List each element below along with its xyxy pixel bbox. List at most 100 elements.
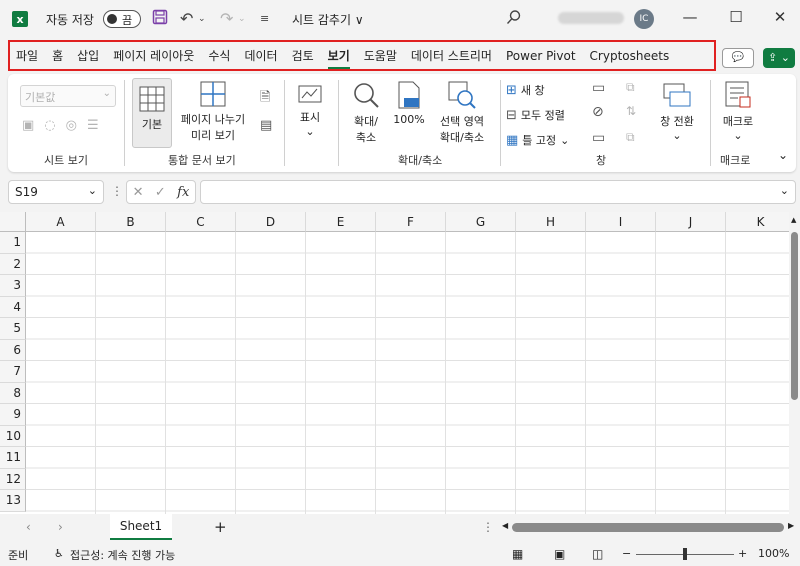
scroll-left-icon[interactable]: ◀ — [502, 521, 508, 530]
comments-button[interactable]: 💬 — [722, 48, 754, 68]
row-header[interactable]: 8 — [0, 382, 26, 404]
collapse-ribbon-icon[interactable]: ⌄ — [778, 148, 788, 162]
column-header[interactable]: B — [96, 212, 166, 232]
zoom-out-icon[interactable]: − — [622, 547, 631, 560]
zoom-level[interactable]: 100% — [758, 547, 789, 560]
column-header[interactable]: C — [166, 212, 236, 232]
show-button[interactable]: 표시 ⌄ — [292, 82, 328, 138]
row-header[interactable]: 13 — [0, 490, 26, 512]
save-icon[interactable] — [152, 9, 168, 29]
macros-button[interactable]: 매크로 ⌄ — [716, 80, 760, 142]
exit-icon: ◌ — [44, 118, 56, 133]
tab-data[interactable]: 데이터 — [244, 47, 277, 64]
arrange-all-label: 모두 정렬 — [520, 109, 565, 122]
formula-input[interactable]: ⌄ — [200, 180, 796, 204]
more-icon[interactable]: ⋮ — [111, 184, 123, 198]
column-header[interactable]: J — [656, 212, 726, 232]
column-header[interactable]: F — [376, 212, 446, 232]
tab-power-pivot[interactable]: Power Pivot — [506, 49, 576, 63]
row-header[interactable]: 11 — [0, 447, 26, 469]
column-header[interactable]: A — [26, 212, 96, 232]
next-sheet-icon[interactable]: › — [58, 520, 63, 534]
page-layout-view-icon[interactable]: 🗎 — [260, 88, 270, 110]
normal-view-button[interactable]: 기본 — [132, 78, 172, 148]
arrange-all-button[interactable]: ⊟ 모두 정렬 — [506, 107, 565, 123]
row-header[interactable]: 1 — [0, 232, 26, 254]
more-icon[interactable]: ⋮ — [482, 520, 494, 534]
hide-icon[interactable]: ⊘ — [592, 104, 604, 120]
avatar[interactable]: IC — [634, 9, 654, 29]
row-header[interactable]: 9 — [0, 404, 26, 426]
cell-area[interactable] — [26, 232, 789, 514]
row-header[interactable]: 7 — [0, 361, 26, 383]
share-button[interactable]: ⇪ ⌄ — [763, 48, 795, 68]
tab-insert[interactable]: 삽입 — [77, 47, 99, 64]
prev-sheet-icon[interactable]: ‹ — [26, 520, 31, 534]
ready-status: 준비 — [8, 549, 29, 562]
row-header[interactable]: 5 — [0, 318, 26, 340]
zoom-100-button[interactable]: 100% — [392, 80, 426, 126]
accessibility-icon[interactable]: ♿ — [54, 547, 64, 560]
insert-function-icon[interactable]: fx — [177, 185, 189, 200]
row-header[interactable]: 4 — [0, 296, 26, 318]
column-header[interactable]: I — [586, 212, 656, 232]
sheet-tab-sheet1[interactable]: Sheet1 — [110, 514, 172, 540]
vertical-scroll-thumb[interactable] — [791, 232, 798, 400]
custom-views-icon[interactable]: ▤ — [260, 118, 272, 133]
view-side-by-side-icon: ⧉ — [626, 80, 635, 94]
column-header[interactable]: G — [446, 212, 516, 232]
normal-view-icon[interactable]: ▦ — [512, 547, 523, 561]
column-header[interactable]: E — [306, 212, 376, 232]
select-all-corner[interactable] — [0, 212, 26, 232]
customize-toolbar-icon[interactable]: ≡ — [260, 12, 269, 25]
add-sheet-button[interactable]: + — [214, 518, 227, 536]
chevron-down-icon[interactable]: ⌄ — [88, 184, 97, 197]
tab-data-streamer[interactable]: 데이터 스트리머 — [411, 47, 492, 64]
zoom-slider-thumb[interactable] — [683, 548, 687, 560]
tab-help[interactable]: 도움말 — [364, 47, 397, 64]
spreadsheet-grid[interactable]: ABCDEFGHIJK 1 2 3 4 5 6 7 8 9 10 11 12 13 — [0, 212, 789, 514]
divider — [284, 80, 285, 166]
page-break-icon[interactable]: ◫ — [592, 547, 603, 561]
tab-view[interactable]: 보기 — [327, 47, 350, 69]
column-header[interactable]: H — [516, 212, 586, 232]
close-icon[interactable]: ✕ — [770, 8, 790, 26]
zoom-to-selection-button[interactable]: 선택 영역 확대/축소 — [432, 80, 492, 145]
new-window-button[interactable]: ⊞ 새 창 — [506, 82, 545, 98]
tab-formulas[interactable]: 수식 — [208, 47, 230, 64]
undo-dropdown-icon[interactable]: ⌄ — [198, 14, 206, 24]
row-header[interactable]: 10 — [0, 425, 26, 447]
scroll-up-icon[interactable]: ▲ — [791, 216, 796, 224]
page-layout-icon[interactable]: ▣ — [554, 547, 565, 561]
tab-review[interactable]: 검토 — [292, 47, 314, 64]
tab-cryptosheets[interactable]: Cryptosheets — [590, 49, 670, 63]
document-title[interactable]: 시트 감추기 ∨ — [292, 11, 364, 28]
column-header[interactable]: K — [726, 212, 789, 232]
row-header[interactable]: 12 — [0, 468, 26, 490]
expand-formula-icon[interactable]: ⌄ — [780, 184, 789, 197]
search-icon[interactable] — [506, 9, 522, 29]
undo-icon[interactable]: ↶ — [180, 9, 193, 28]
tab-file[interactable]: 파일 — [16, 47, 38, 64]
unhide-icon[interactable]: ▭ — [592, 130, 605, 146]
tab-page-layout[interactable]: 페이지 레이아웃 — [113, 47, 194, 64]
autosave-toggle[interactable]: 끔 — [103, 10, 141, 28]
row-header[interactable]: 2 — [0, 253, 26, 275]
zoom-button[interactable]: 확대/ 축소 — [346, 80, 386, 145]
row-header[interactable]: 6 — [0, 339, 26, 361]
accessibility-status[interactable]: 접근성: 계속 진행 가능 — [70, 547, 175, 563]
column-header[interactable]: D — [236, 212, 306, 232]
freeze-panes-button[interactable]: ▦ 틀 고정 ⌄ — [506, 132, 569, 148]
row-header[interactable]: 3 — [0, 275, 26, 297]
maximize-icon[interactable]: ☐ — [726, 8, 746, 26]
tab-home[interactable]: 홈 — [52, 47, 63, 64]
split-icon[interactable]: ▭ — [592, 80, 605, 96]
page-break-preview-button[interactable]: 페이지 나누기 미리 보기 — [174, 80, 252, 143]
zoom-in-icon[interactable]: + — [738, 547, 747, 560]
horizontal-scroll-thumb[interactable] — [512, 523, 784, 532]
scroll-right-icon[interactable]: ▶ — [788, 521, 794, 530]
switch-windows-button[interactable]: 창 전환 ⌄ — [652, 80, 702, 142]
name-box[interactable]: S19 ⌄ — [8, 180, 104, 204]
vertical-scrollbar[interactable]: ▲ — [789, 212, 800, 514]
minimize-icon[interactable]: — — [680, 8, 700, 26]
